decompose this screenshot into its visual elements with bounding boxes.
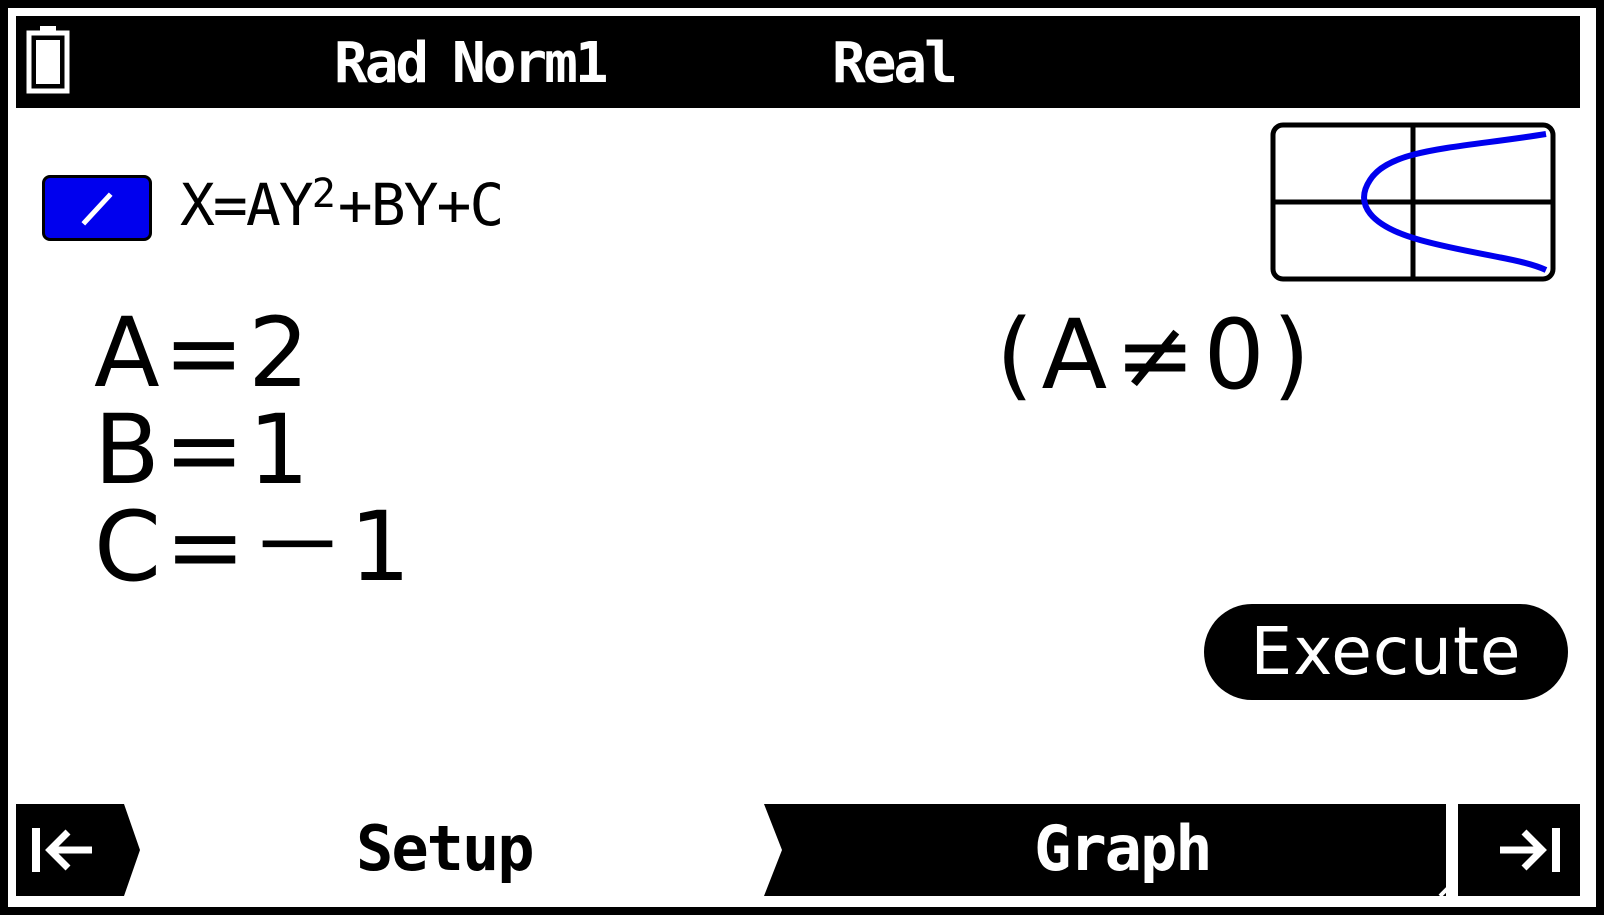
complex-mode: Real xyxy=(832,31,958,96)
tab-setup[interactable]: Setup xyxy=(356,814,535,884)
graph-line-icon[interactable] xyxy=(42,175,152,241)
battery-icon xyxy=(26,26,70,94)
coefficient-a[interactable]: A=2 xyxy=(94,303,313,403)
condition-note: (A≠0) xyxy=(996,299,1319,411)
coefficient-c[interactable]: C=－1 xyxy=(94,497,415,597)
skip-left-icon[interactable] xyxy=(16,804,142,896)
execute-button[interactable]: Execute xyxy=(1204,604,1568,700)
equation-rhs: +BY+C xyxy=(337,171,505,239)
status-bar: Rad Norm1 Real xyxy=(16,16,1580,108)
tab-bar: Setup Graph xyxy=(16,804,1580,896)
angle-mode: Rad xyxy=(334,31,429,96)
tab-graph[interactable]: Graph xyxy=(1034,814,1213,884)
display-mode: Norm1 xyxy=(452,31,609,96)
parabola-preview-icon xyxy=(1270,122,1556,282)
equation-exponent: 2 xyxy=(311,171,336,217)
equation-lhs: X=AY xyxy=(180,171,314,239)
skip-right-icon[interactable] xyxy=(1482,804,1580,896)
equation-template: X=AY2+BY+C xyxy=(180,171,505,245)
coefficient-b[interactable]: B=1 xyxy=(94,400,313,500)
